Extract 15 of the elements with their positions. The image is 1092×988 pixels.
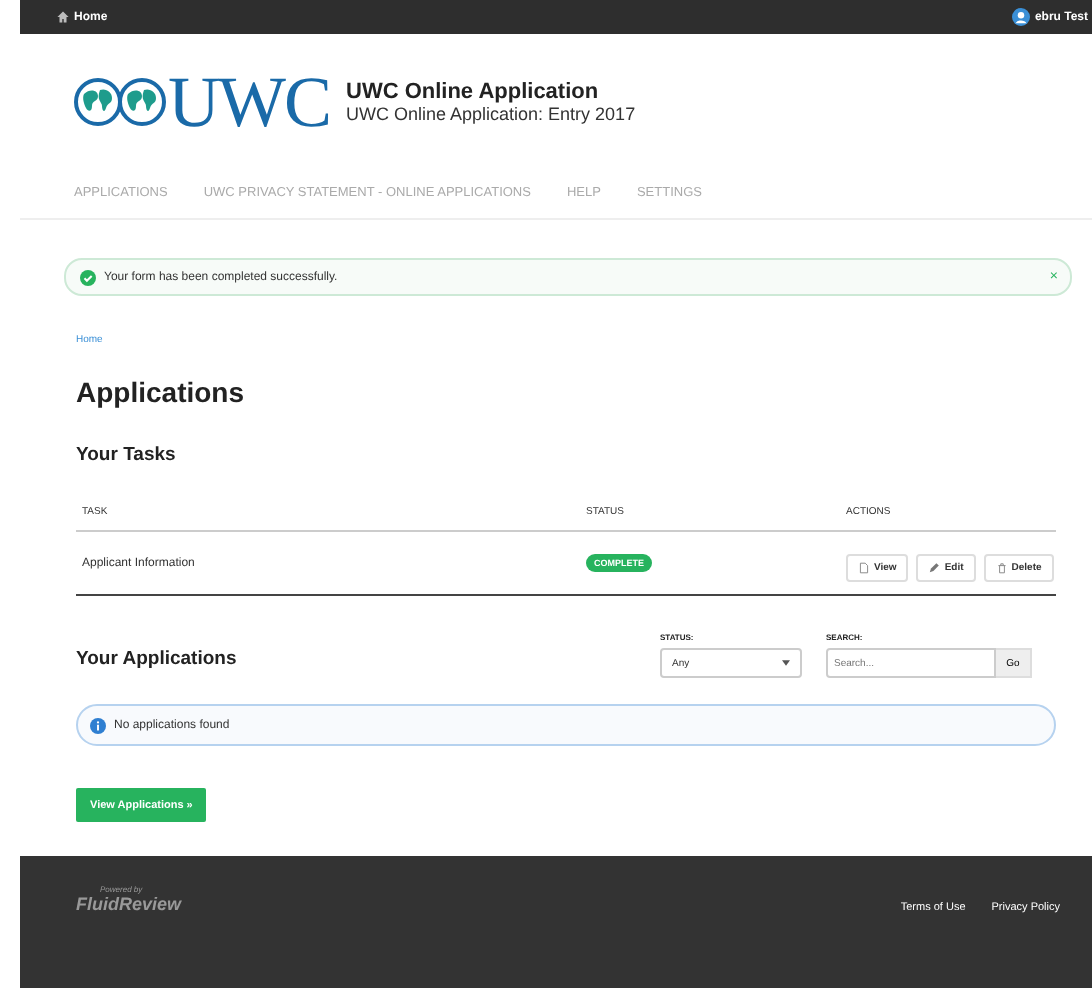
user-avatar-icon xyxy=(1012,8,1031,26)
section-heading: Your Applications xyxy=(76,648,239,674)
info-icon xyxy=(90,717,106,733)
pencil-icon xyxy=(928,561,941,573)
caret-icon xyxy=(782,660,790,666)
logo-text: UWC xyxy=(168,72,330,132)
document-icon xyxy=(858,561,870,573)
trash-icon xyxy=(995,561,1008,573)
brand-logo-text: FluidReview xyxy=(76,894,182,914)
check-circle-icon xyxy=(80,269,96,285)
page-title: Applications xyxy=(76,376,247,408)
home-icon xyxy=(56,10,70,24)
site-title: UWC Online Application xyxy=(346,80,601,104)
section-heading: Your Tasks xyxy=(76,444,178,466)
site-subtitle: UWC Online Application: Entry 2017 xyxy=(346,104,636,124)
